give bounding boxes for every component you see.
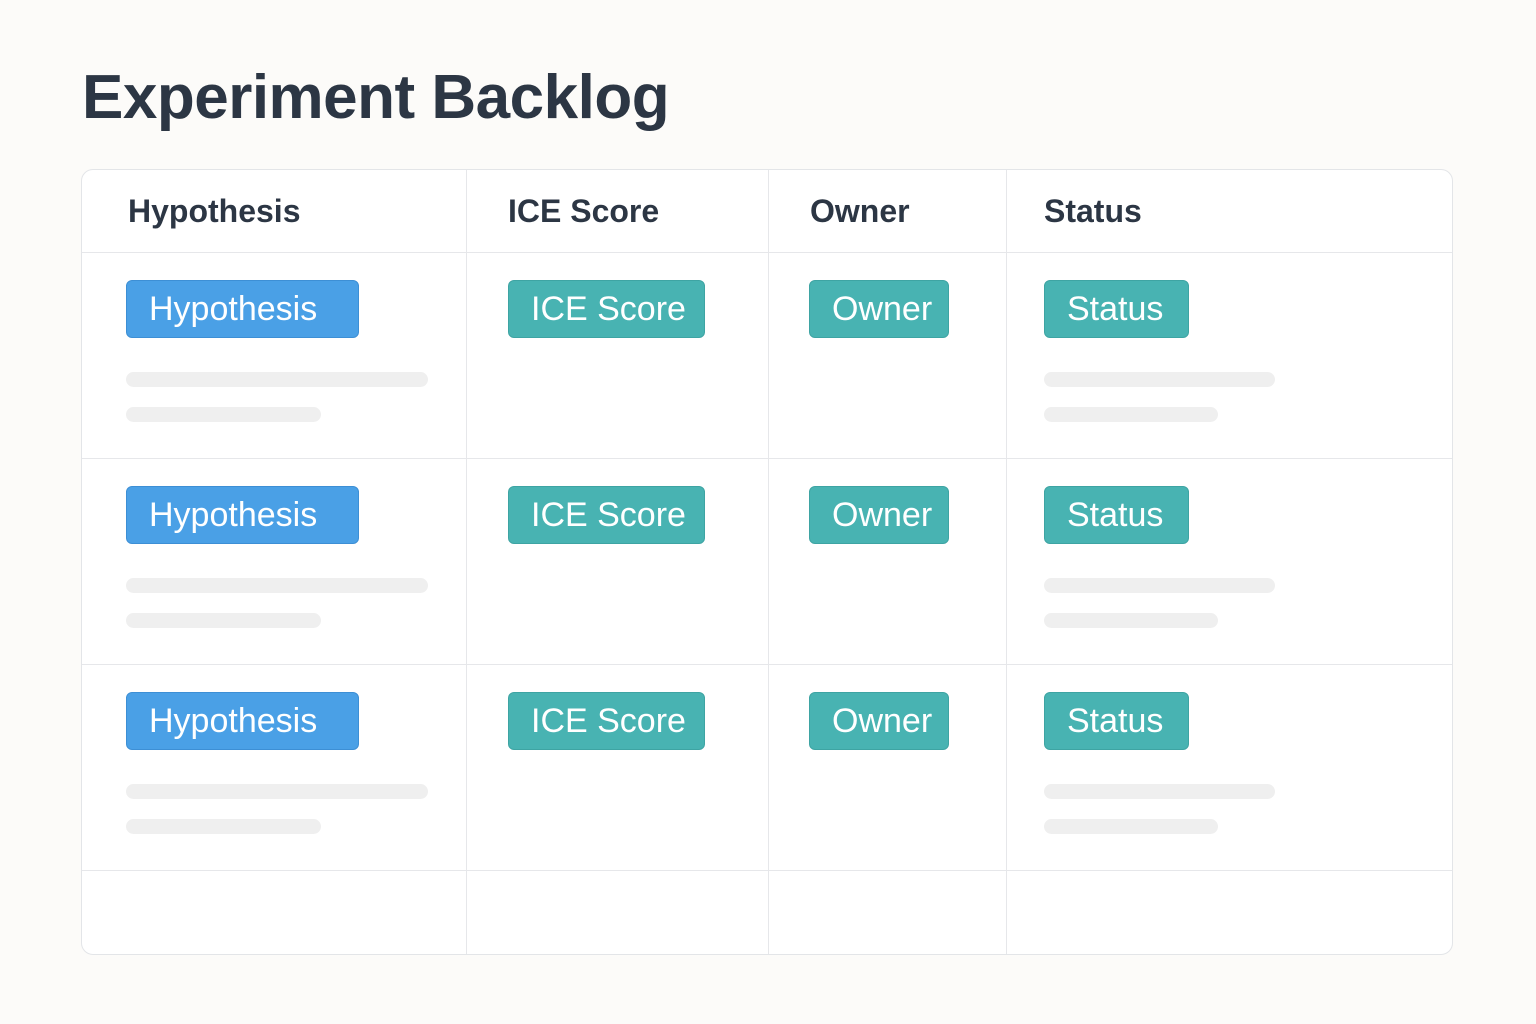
owner-chip[interactable]: Owner (809, 280, 949, 338)
status-chip[interactable]: Status (1044, 280, 1189, 338)
owner-cell[interactable]: Owner (769, 459, 1007, 664)
text-placeholder-line (1044, 578, 1275, 593)
table-row[interactable]: Hypothesis ICE Score Owner Status (82, 253, 1452, 459)
column-header-status: Status (1044, 192, 1142, 229)
hypothesis-chip[interactable]: Hypothesis (126, 692, 359, 750)
text-placeholder-line (126, 372, 428, 387)
ice-score-cell[interactable]: ICE Score (467, 459, 769, 664)
text-placeholder-line (1044, 784, 1275, 799)
header-cell-status[interactable]: Status (1007, 170, 1452, 252)
owner-chip[interactable]: Owner (809, 486, 949, 544)
ice-score-chip[interactable]: ICE Score (508, 486, 705, 544)
text-placeholder-line (1044, 613, 1218, 628)
status-chip[interactable]: Status (1044, 486, 1189, 544)
header-cell-ice-score[interactable]: ICE Score (467, 170, 769, 252)
owner-cell[interactable]: Owner (769, 253, 1007, 458)
text-placeholder-line (1044, 372, 1275, 387)
column-header-hypothesis: Hypothesis (128, 192, 301, 229)
hypothesis-cell[interactable]: Hypothesis (82, 459, 467, 664)
owner-cell[interactable]: Owner (769, 665, 1007, 870)
experiment-backlog-table: Hypothesis ICE Score Owner Status Hypoth… (81, 169, 1453, 955)
table-row[interactable]: Hypothesis ICE Score Owner Status (82, 459, 1452, 665)
empty-cell[interactable] (467, 871, 769, 954)
text-placeholder-line (126, 407, 321, 422)
ice-score-cell[interactable]: ICE Score (467, 253, 769, 458)
status-cell[interactable]: Status (1007, 253, 1452, 458)
text-placeholder-line (1044, 407, 1218, 422)
empty-cell[interactable] (1007, 871, 1452, 954)
text-placeholder-line (126, 784, 428, 799)
empty-table-row[interactable] (82, 871, 1452, 954)
status-cell[interactable]: Status (1007, 665, 1452, 870)
empty-cell[interactable] (82, 871, 467, 954)
ice-score-chip[interactable]: ICE Score (508, 280, 705, 338)
hypothesis-cell[interactable]: Hypothesis (82, 665, 467, 870)
owner-chip[interactable]: Owner (809, 692, 949, 750)
hypothesis-cell[interactable]: Hypothesis (82, 253, 467, 458)
text-placeholder-line (126, 578, 428, 593)
hypothesis-chip[interactable]: Hypothesis (126, 486, 359, 544)
status-cell[interactable]: Status (1007, 459, 1452, 664)
header-cell-owner[interactable]: Owner (769, 170, 1007, 252)
empty-cell[interactable] (769, 871, 1007, 954)
table-header-row: Hypothesis ICE Score Owner Status (82, 170, 1452, 253)
header-cell-hypothesis[interactable]: Hypothesis (82, 170, 467, 252)
table-row[interactable]: Hypothesis ICE Score Owner Status (82, 665, 1452, 871)
ice-score-cell[interactable]: ICE Score (467, 665, 769, 870)
text-placeholder-line (126, 613, 321, 628)
text-placeholder-line (1044, 819, 1218, 834)
status-chip[interactable]: Status (1044, 692, 1189, 750)
text-placeholder-line (126, 819, 321, 834)
page-title: Experiment Backlog (82, 63, 670, 132)
column-header-ice-score: ICE Score (508, 192, 660, 229)
hypothesis-chip[interactable]: Hypothesis (126, 280, 359, 338)
ice-score-chip[interactable]: ICE Score (508, 692, 705, 750)
column-header-owner: Owner (810, 192, 910, 229)
